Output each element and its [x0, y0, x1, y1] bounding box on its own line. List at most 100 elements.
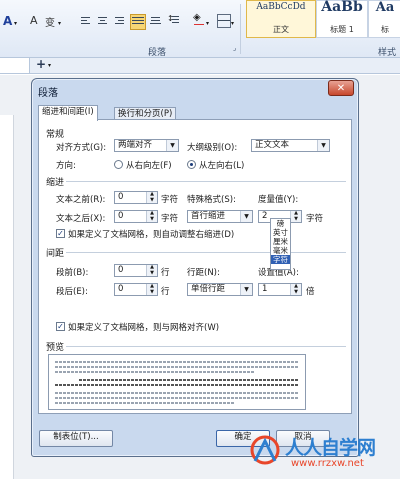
- indent-before-value: 0: [118, 192, 124, 202]
- tabs-button[interactable]: 制表位(T)...: [39, 430, 113, 447]
- ribbon: A ▾ A 变 ▾ ↕ ◈ ▾ ▾ 段落 ⌟ AaBbCcDd 正文 AaBb …: [0, 0, 400, 58]
- close-button[interactable]: ✕: [328, 80, 354, 96]
- text-effects-button[interactable]: A: [30, 14, 38, 27]
- spinner-buttons[interactable]: ▲ ▼: [146, 284, 157, 295]
- unit-option[interactable]: 英寸: [271, 228, 290, 237]
- chevron-down-icon[interactable]: ▾: [14, 20, 17, 27]
- spinner-buttons[interactable]: ▲ ▼: [146, 265, 157, 276]
- chevron-down-icon[interactable]: ▾: [58, 20, 61, 27]
- indent-after-value: 0: [118, 211, 124, 221]
- indent-after-spinner[interactable]: 0 ▲ ▼: [114, 210, 158, 223]
- measure-unit-dropdown[interactable]: 磅 英寸 厘米 毫米 字符: [270, 218, 291, 270]
- ltr-label: 从左向右(L): [199, 161, 245, 171]
- alignment-select[interactable]: 两端对齐 ▼: [114, 139, 179, 152]
- align-left-icon[interactable]: [80, 16, 91, 26]
- phonetic-guide-button[interactable]: 变: [45, 14, 55, 29]
- align-right-icon[interactable]: [114, 16, 125, 26]
- unit-option-selected[interactable]: 字符: [271, 255, 290, 264]
- preview-line: [55, 402, 235, 404]
- site-watermark: 人人自学网 www.rrzxw.net: [247, 427, 397, 477]
- direction-label: 方向:: [56, 161, 76, 171]
- tab-indent-spacing[interactable]: 缩进和间距(I): [38, 105, 98, 121]
- outline-level-select[interactable]: 正文文本 ▼: [251, 139, 330, 152]
- document-tab[interactable]: [0, 58, 30, 73]
- unit-option[interactable]: 磅: [271, 219, 290, 228]
- auto-adjust-label: 如果定义了文档网格，则自动调整右缩进(D): [68, 230, 235, 240]
- borders-icon[interactable]: [217, 14, 231, 28]
- section-spacing: 间距: [46, 249, 65, 259]
- section-indent: 缩进: [46, 178, 65, 188]
- alignment-value: 两端对齐: [118, 140, 153, 150]
- divider: [240, 4, 241, 54]
- style-sample: Aa: [375, 0, 395, 15]
- measure-label: 度量值(Y):: [258, 195, 299, 205]
- chevron-down-icon[interactable]: ▾: [48, 62, 51, 69]
- distributed-align-icon[interactable]: [150, 16, 161, 26]
- special-format-select[interactable]: 首行缩进 ▼: [187, 210, 253, 223]
- chevron-down-icon[interactable]: ▼: [291, 290, 301, 295]
- space-before-spinner[interactable]: 0 ▲ ▼: [114, 264, 158, 277]
- preview-line: [79, 379, 299, 381]
- space-after-spinner[interactable]: 0 ▲ ▼: [114, 283, 158, 296]
- chevron-down-icon[interactable]: ▼: [147, 271, 157, 276]
- style-normal[interactable]: AaBbCcDd 正文: [246, 0, 316, 38]
- paragraph-dialog-launcher-icon[interactable]: ⌟: [233, 44, 236, 52]
- unit-option[interactable]: 毫米: [271, 246, 290, 255]
- space-after-label: 段后(E):: [56, 287, 88, 297]
- line-spacing-label: 行距(N):: [187, 268, 220, 278]
- line-spacing-icon[interactable]: ↕: [167, 14, 180, 25]
- setting-unit: 倍: [306, 287, 315, 297]
- style-name: 正文: [273, 25, 289, 34]
- snap-to-grid-label: 如果定义了文档网格，则与网格对齐(W): [68, 323, 220, 333]
- space-after-value: 0: [118, 284, 124, 294]
- document-page: [0, 115, 14, 479]
- indent-after-unit: 字符: [161, 214, 179, 224]
- chevron-down-icon[interactable]: ▼: [147, 290, 157, 295]
- style-heading-1[interactable]: AaBb 标题 1: [316, 0, 368, 38]
- styles-group-label: 样式: [378, 48, 397, 58]
- chevron-down-icon[interactable]: ▼: [147, 198, 157, 203]
- ltr-radio[interactable]: [187, 160, 196, 169]
- section-preview: 预览: [46, 343, 65, 353]
- alignment-label: 对齐方式(G):: [56, 143, 107, 153]
- spinner-buttons[interactable]: ▲ ▼: [290, 284, 301, 295]
- auto-adjust-checkbox[interactable]: ✓: [56, 229, 65, 238]
- indent-before-spinner[interactable]: 0 ▲ ▼: [114, 191, 158, 204]
- chevron-down-icon[interactable]: ▾: [206, 20, 209, 27]
- new-tab-button[interactable]: +: [36, 57, 46, 71]
- chevron-down-icon[interactable]: ▼: [291, 217, 301, 222]
- chevron-down-icon[interactable]: ▼: [147, 217, 157, 222]
- shading-icon[interactable]: ◈: [193, 12, 205, 26]
- style-heading-2[interactable]: Aa 标: [368, 0, 400, 38]
- dialog-titlebar[interactable]: 段落 ✕: [32, 79, 358, 101]
- special-format-value: 首行缩进: [191, 211, 226, 221]
- unit-option[interactable]: 厘米: [271, 237, 290, 246]
- preview-line: [55, 371, 255, 373]
- divider: [66, 181, 346, 182]
- preview-line: [55, 384, 299, 386]
- measure-unit: 字符: [306, 214, 324, 224]
- space-before-value: 0: [118, 265, 124, 275]
- space-after-unit: 行: [161, 287, 170, 297]
- line-spacing-select[interactable]: 单倍行距 ▼: [187, 283, 253, 296]
- align-center-icon[interactable]: [97, 16, 108, 26]
- chevron-down-icon: ▼: [317, 140, 329, 151]
- preview-line: [55, 397, 299, 399]
- setting-value-spinner[interactable]: 1 ▲ ▼: [258, 283, 302, 296]
- section-general: 常规: [46, 130, 65, 140]
- indent-before-unit: 字符: [161, 195, 179, 205]
- rtl-radio[interactable]: [114, 160, 123, 169]
- chevron-down-icon: ▼: [240, 211, 252, 222]
- spinner-buttons[interactable]: ▲ ▼: [290, 211, 301, 222]
- special-format-label: 特殊格式(S):: [187, 195, 236, 205]
- chevron-down-icon[interactable]: ▾: [231, 20, 234, 27]
- paragraph-preview: [48, 354, 306, 410]
- outline-level-value: 正文文本: [255, 140, 290, 150]
- snap-to-grid-checkbox[interactable]: ✓: [56, 322, 65, 331]
- measure-value: 2: [262, 211, 268, 221]
- line-spacing-value: 单倍行距: [191, 284, 226, 294]
- spinner-buttons[interactable]: ▲ ▼: [146, 192, 157, 203]
- spinner-buttons[interactable]: ▲ ▼: [146, 211, 157, 222]
- font-color-button[interactable]: A: [3, 14, 12, 28]
- justify-icon[interactable]: [130, 14, 146, 30]
